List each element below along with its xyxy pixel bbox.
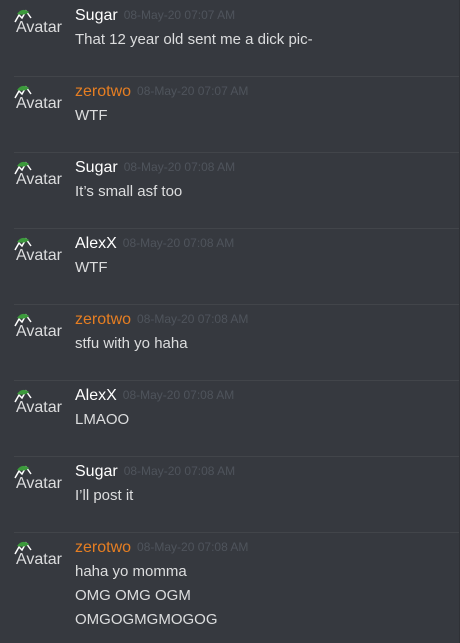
message-line: OMG OMG OGM (75, 587, 191, 604)
message-header: Sugar 08-May-20 07:07 AM (75, 6, 235, 26)
message-header: zerotwo 08-May-20 07:08 AM (75, 310, 248, 330)
author-name[interactable]: Sugar (75, 159, 118, 176)
message-line: It’s small asf too (75, 183, 183, 200)
timestamp: 08-May-20 07:07 AM (123, 8, 236, 22)
author-name[interactable]: Sugar (75, 463, 118, 480)
message-header: Sugar 08-May-20 07:08 AM (75, 158, 235, 178)
avatar[interactable]: Avatar (14, 465, 64, 499)
message-header: AlexX 08-May-20 07:08 AM (75, 386, 234, 406)
timestamp: 08-May-20 07:08 AM (122, 236, 235, 250)
message-content: It’s small asf too (75, 180, 182, 204)
message: Avatar zerotwo 08-May-20 07:08 AM stfu wi… (0, 304, 460, 380)
message: Avatar AlexX 08-May-20 07:08 AM WTF (0, 228, 460, 304)
message: Avatar zerotwo 08-May-20 07:07 AM WTF (0, 76, 460, 152)
timestamp: 08-May-20 07:07 AM (137, 84, 249, 98)
author-name[interactable]: zerotwo (75, 83, 131, 100)
message: Avatar Sugar 08-May-20 07:08 AM It’s smal… (0, 152, 460, 228)
message-content: stfu with yo haha (75, 332, 188, 356)
avatar-alt-text: Avatar (16, 399, 62, 416)
message: Avatar AlexX 08-May-20 07:08 AM LMAOO (0, 380, 460, 456)
message-content: haha yo momma OMG OMG OGM OMGOGMGMOGOG (75, 560, 218, 632)
avatar[interactable]: Avatar (14, 237, 64, 271)
avatar[interactable]: Avatar (14, 313, 64, 347)
avatar-alt-text: Avatar (16, 95, 62, 112)
message-header: Sugar 08-May-20 07:08 AM (75, 462, 235, 482)
timestamp: 08-May-20 07:08 AM (123, 464, 236, 478)
message-content: LMAOO (75, 408, 129, 432)
author-name[interactable]: zerotwo (75, 539, 131, 556)
avatar[interactable]: Avatar (14, 541, 64, 575)
message-line: That 12 year old sent me a dick pic- (75, 31, 313, 48)
message-line: WTF (75, 107, 108, 124)
avatar-alt-text: Avatar (16, 475, 62, 492)
message-content: That 12 year old sent me a dick pic- (75, 28, 313, 52)
message-header: zerotwo 08-May-20 07:08 AM (75, 538, 248, 558)
message-header: zerotwo 08-May-20 07:07 AM (75, 82, 248, 102)
author-name[interactable]: AlexX (75, 387, 117, 404)
message: Avatar Sugar 08-May-20 07:08 AM I’ll post… (0, 456, 460, 532)
message-line: LMAOO (75, 411, 130, 428)
message-line: OMGOGMGMOGOG (75, 611, 218, 628)
author-name[interactable]: AlexX (75, 235, 117, 252)
timestamp: 08-May-20 07:08 AM (137, 540, 249, 554)
message-content: WTF (75, 256, 107, 280)
message-line: I’ll post it (75, 487, 134, 504)
avatar[interactable]: Avatar (14, 161, 64, 195)
author-name[interactable]: Sugar (75, 7, 118, 24)
avatar-alt-text: Avatar (16, 551, 62, 568)
avatar-alt-text: Avatar (16, 19, 62, 36)
avatar[interactable]: Avatar (14, 389, 64, 423)
message-line: WTF (75, 259, 108, 276)
message: Avatar Sugar 08-May-20 07:07 AM That 12 y… (0, 0, 460, 76)
avatar-alt-text: Avatar (16, 247, 62, 264)
chat-log: Avatar Sugar 08-May-20 07:07 AM That 12 y… (0, 0, 460, 643)
avatar[interactable]: Avatar (14, 9, 64, 43)
timestamp: 08-May-20 07:08 AM (122, 388, 235, 402)
timestamp: 08-May-20 07:08 AM (123, 160, 236, 174)
message-line: haha yo momma (75, 563, 187, 580)
avatar[interactable]: Avatar (14, 85, 64, 119)
message-header: AlexX 08-May-20 07:08 AM (75, 234, 234, 254)
author-name[interactable]: zerotwo (75, 311, 131, 328)
timestamp: 08-May-20 07:08 AM (137, 312, 249, 326)
message-line: stfu with yo haha (75, 335, 188, 352)
message: Avatar zerotwo 08-May-20 07:08 AM haha yo… (0, 532, 460, 643)
avatar-alt-text: Avatar (16, 323, 62, 340)
message-content: I’ll post it (75, 484, 133, 508)
avatar-alt-text: Avatar (16, 171, 62, 188)
message-content: WTF (75, 104, 107, 128)
